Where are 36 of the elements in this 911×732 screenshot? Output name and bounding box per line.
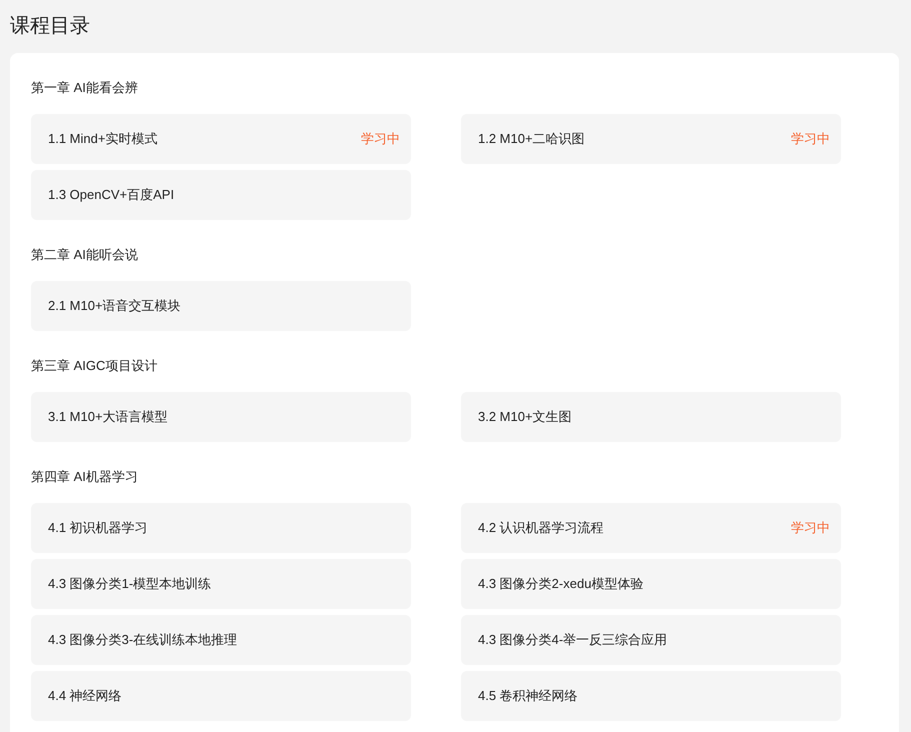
lesson-item[interactable]: 4.3 图像分类1-模型本地训练 bbox=[31, 559, 411, 609]
lesson-item[interactable]: 1.2 M10+二哈识图 学习中 bbox=[461, 114, 841, 164]
lesson-title: 3.2 M10+文生图 bbox=[478, 408, 572, 426]
lesson-title: 4.3 图像分类1-模型本地训练 bbox=[48, 575, 212, 593]
lesson-title: 4.3 图像分类3-在线训练本地推理 bbox=[48, 631, 238, 649]
page-title: 课程目录 bbox=[9, 14, 91, 39]
lesson-title: 1.2 M10+二哈识图 bbox=[478, 130, 585, 148]
lesson-item[interactable]: 1.1 Mind+实时模式 学习中 bbox=[31, 114, 411, 164]
chapter-title: 第二章 AI能听会说 bbox=[31, 247, 139, 263]
lesson-item[interactable]: 4.1 初识机器学习 bbox=[31, 503, 411, 553]
lesson-item[interactable]: 3.1 M10+大语言模型 bbox=[31, 392, 411, 442]
lesson-title: 1.3 OpenCV+百度API bbox=[48, 186, 174, 204]
status-label: 学习中 bbox=[791, 519, 830, 537]
lesson-item[interactable]: 4.3 图像分类2-xedu模型体验 bbox=[461, 559, 841, 609]
lesson-item[interactable]: 1.3 OpenCV+百度API bbox=[31, 170, 411, 220]
lesson-title: 4.1 初识机器学习 bbox=[48, 519, 148, 537]
lesson-item[interactable]: 4.3 图像分类3-在线训练本地推理 bbox=[31, 615, 411, 665]
lesson-title: 3.1 M10+大语言模型 bbox=[48, 408, 168, 426]
lesson-title: 4.3 图像分类4-举一反三综合应用 bbox=[478, 631, 668, 649]
lesson-title: 2.1 M10+语音交互模块 bbox=[48, 297, 181, 315]
lesson-title: 4.4 神经网络 bbox=[48, 687, 122, 705]
lesson-title: 4.5 卷积神经网络 bbox=[478, 687, 578, 705]
lesson-item[interactable]: 2.1 M10+语音交互模块 bbox=[31, 281, 411, 331]
lesson-title: 4.3 图像分类2-xedu模型体验 bbox=[478, 575, 644, 593]
status-label: 学习中 bbox=[361, 130, 400, 148]
lesson-item[interactable]: 4.2 认识机器学习流程 学习中 bbox=[461, 503, 841, 553]
chapter-title: 第四章 AI机器学习 bbox=[31, 469, 139, 485]
lesson-item[interactable]: 4.3 图像分类4-举一反三综合应用 bbox=[461, 615, 841, 665]
lesson-item[interactable]: 3.2 M10+文生图 bbox=[461, 392, 841, 442]
status-label: 学习中 bbox=[791, 130, 830, 148]
lesson-title: 4.2 认识机器学习流程 bbox=[478, 519, 604, 537]
lesson-title: 1.1 Mind+实时模式 bbox=[48, 130, 158, 148]
lesson-item[interactable]: 4.4 神经网络 bbox=[31, 671, 411, 721]
chapter-title: 第三章 AIGC项目设计 bbox=[31, 358, 158, 374]
chapter-title: 第一章 AI能看会辨 bbox=[31, 80, 139, 96]
lesson-item[interactable]: 4.5 卷积神经网络 bbox=[461, 671, 841, 721]
